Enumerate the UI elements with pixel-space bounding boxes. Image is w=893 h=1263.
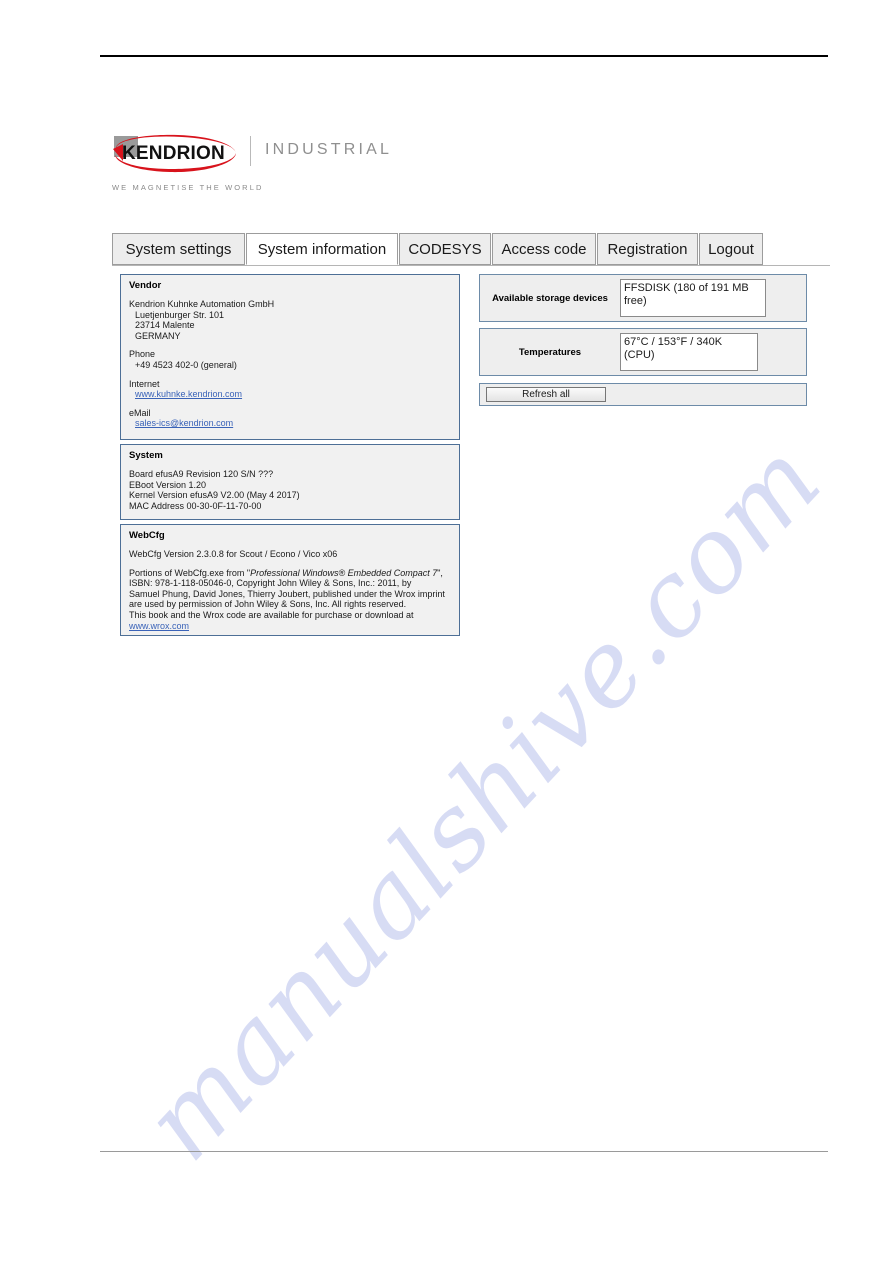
vendor-country: GERMANY (135, 330, 181, 341)
tab-registration[interactable]: Registration (597, 233, 698, 265)
system-board: Board efusA9 Revision 120 S/N ??? (129, 469, 274, 479)
logo-tagline: WE MAGNETISE THE WORLD (112, 183, 264, 192)
webcfg-credit-line-5: This book and the Wrox code are availabl… (129, 609, 414, 620)
storage-devices-group: Available storage devices FFSDISK (180 o… (479, 274, 807, 322)
vendor-email-label: eMail (129, 407, 151, 418)
vendor-website-link[interactable]: www.kuhnke.kendrion.com (135, 389, 242, 399)
tab-system-information[interactable]: System information (246, 233, 398, 265)
page-header-rule (100, 55, 828, 57)
storage-devices-label: Available storage devices (492, 292, 608, 304)
tab-access-code[interactable]: Access code (492, 233, 596, 265)
vendor-street: Luetjenburger Str. 101 (135, 309, 225, 320)
webcfg-credit-line-2: ISBN: 978-1-118-05046-0, Copyright John … (129, 578, 412, 589)
webcfg-credit-1-pre: Portions of WebCfg.exe from " (129, 567, 251, 578)
logo-division-label: INDUSTRIAL (265, 141, 393, 158)
system-kernel: Kernel Version efusA9 V2.00 (May 4 2017) (129, 490, 300, 501)
refresh-bar: Refresh all (479, 383, 807, 406)
kendrion-logo: KENDRION INDUSTRIAL WE MAGNETISE THE WOR… (110, 133, 389, 197)
vendor-panel-title: Vendor (129, 280, 162, 291)
temperatures-label: Temperatures (518, 346, 582, 358)
webcfg-credit-line-4: are used by permission of John Wiley & S… (129, 599, 407, 610)
storage-devices-value[interactable]: FFSDISK (180 of 191 MB free) (620, 279, 766, 317)
tab-label: System settings (125, 240, 232, 258)
webcfg-credit-1-post: ", (437, 567, 443, 578)
system-panel: System Board efusA9 Revision 120 S/N ???… (120, 444, 460, 520)
webcfg-credit-1-title: Professional Windows® Embedded Compact 7 (250, 567, 438, 578)
tab-logout[interactable]: Logout (699, 233, 763, 265)
webcfg-version: WebCfg Version 2.3.0.8 for Scout / Econo… (129, 549, 338, 559)
svg-text:KENDRION: KENDRION (122, 143, 225, 164)
vendor-company: Kendrion Kuhnke Automation GmbH (129, 299, 275, 309)
tab-label: Logout (708, 240, 754, 258)
temperatures-group: Temperatures 67°C / 153°F / 340K (CPU) (479, 328, 807, 376)
vendor-internet-label: Internet (129, 378, 160, 389)
tab-system-settings[interactable]: System settings (112, 233, 245, 265)
webcfg-panel-body: WebCfg Version 2.3.0.8 for Scout / Econo… (129, 549, 459, 631)
refresh-all-button[interactable]: Refresh all (486, 387, 606, 402)
vendor-city: 23714 Malente (135, 320, 195, 331)
vendor-panel: Vendor Kendrion Kuhnke Automation GmbH L… (120, 274, 460, 440)
vendor-phone-label: Phone (129, 349, 156, 360)
tab-label: Registration (607, 240, 688, 258)
webcfg-wrox-link[interactable]: www.wrox.com (129, 621, 189, 631)
system-panel-title: System (129, 450, 163, 461)
webcfg-panel: WebCfg WebCfg Version 2.3.0.8 for Scout … (120, 524, 460, 636)
tab-label: Access code (501, 240, 587, 258)
vendor-panel-body: Kendrion Kuhnke Automation GmbH Luetjenb… (129, 299, 459, 429)
logo-divider (250, 136, 251, 166)
tab-codesys[interactable]: CODESYS (399, 233, 491, 265)
system-panel-body: Board efusA9 Revision 120 S/N ??? EBoot … (129, 469, 459, 511)
page-footer-rule (100, 1151, 828, 1152)
tab-label: System information (257, 240, 387, 258)
temperatures-value[interactable]: 67°C / 153°F / 340K (CPU) (620, 333, 758, 371)
main-tab-bar: System settings System information CODES… (112, 233, 830, 266)
webcfg-panel-title: WebCfg (129, 530, 165, 541)
vendor-phone-value: +49 4523 402-0 (general) (135, 359, 237, 370)
system-eboot: EBoot Version 1.20 (129, 479, 207, 490)
webcfg-credit-line-1: Portions of WebCfg.exe from "Professiona… (129, 568, 459, 579)
system-mac: MAC Address 00-30-0F-11-70-00 (129, 500, 262, 511)
webcfg-credit-line-3: Samuel Phung, David Jones, Thierry Joube… (129, 588, 445, 599)
kendrion-logo-mark: KENDRION (113, 134, 236, 173)
vendor-email-link[interactable]: sales-ics@kendrion.com (135, 418, 233, 428)
tab-label: CODESYS (408, 240, 482, 258)
